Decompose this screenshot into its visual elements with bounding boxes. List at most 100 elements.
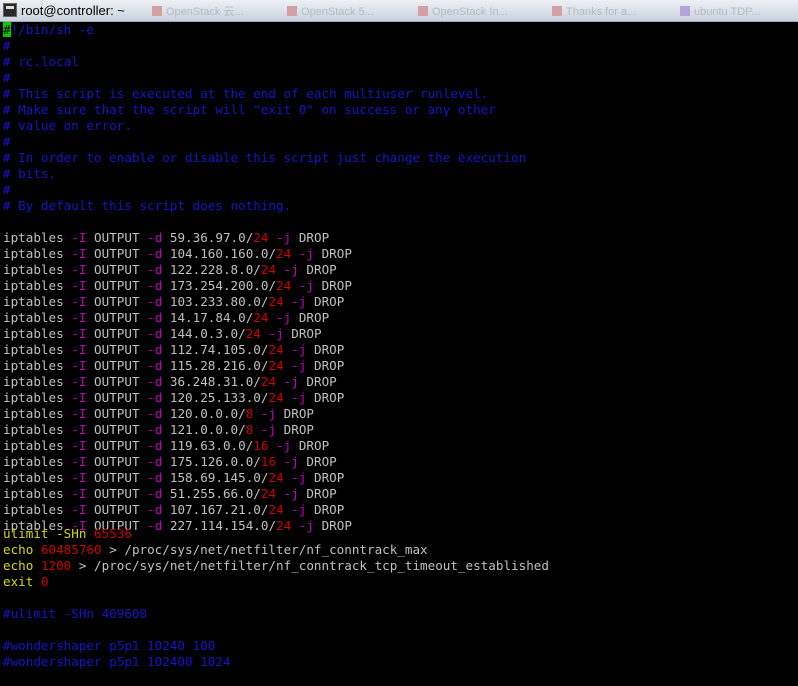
rule-token: iptables xyxy=(3,406,64,421)
rule-token: -j xyxy=(276,310,292,325)
rule-token: DROP xyxy=(283,406,315,421)
rule-token: -I xyxy=(71,294,87,309)
rule-token: -j xyxy=(298,246,314,261)
iptables-rule-line: iptables -I OUTPUT -d 14.17.84.0/24 -j D… xyxy=(3,310,329,326)
rule-token: iptables xyxy=(3,326,64,341)
rule-token: iptables xyxy=(3,358,64,373)
rule-token: iptables xyxy=(3,230,64,245)
putty-terminal-icon[interactable] xyxy=(3,3,17,17)
rule-token: DROP xyxy=(298,310,330,325)
rule-token: -I xyxy=(71,390,87,405)
rule-token: 24 xyxy=(260,486,277,501)
iptables-rule-line: iptables -I OUTPUT -d 107.167.21.0/24 -j… xyxy=(3,502,344,518)
rule-token: -d xyxy=(147,470,163,485)
comment-line: #wondershaper p5p1 10240 100 xyxy=(3,638,216,653)
rule-token: iptables xyxy=(3,342,64,357)
rule-token: iptables xyxy=(3,502,64,517)
rule-token: iptables xyxy=(3,390,64,405)
iptables-rule-line: iptables -I OUTPUT -d 158.69.145.0/24 -j… xyxy=(3,470,344,486)
rule-token: 104.160.160.0/ xyxy=(169,246,277,261)
iptables-rule-line: iptables -I OUTPUT -d 120.25.133.0/24 -j… xyxy=(3,390,344,406)
rule-token: iptables xyxy=(3,454,64,469)
iptables-rule-line: iptables -I OUTPUT -d 59.36.97.0/24 -j D… xyxy=(3,230,329,246)
rule-token: -d xyxy=(147,310,163,325)
rule-token: -I xyxy=(71,326,87,341)
rule-token: -d xyxy=(147,278,163,293)
iptables-rule-line: iptables -I OUTPUT -d 119.63.0.0/16 -j D… xyxy=(3,438,329,454)
comment-line: # bits. xyxy=(3,166,57,181)
browser-page-icon xyxy=(152,6,162,16)
rule-token: iptables xyxy=(3,278,64,293)
iptables-rule-line: iptables -I OUTPUT -d 36.248.31.0/24 -j … xyxy=(3,374,337,390)
rule-token: 24 xyxy=(268,358,284,373)
rule-token: -j xyxy=(291,502,307,517)
window-title: root@controller: ~ xyxy=(21,3,125,18)
rule-token: 8 xyxy=(245,422,254,437)
comment-line: # This script is executed at the end of … xyxy=(3,86,489,101)
rule-token: DROP xyxy=(321,246,352,261)
rule-token: DROP xyxy=(306,454,337,469)
browser-page-icon xyxy=(680,6,690,16)
rule-token: -I xyxy=(71,278,87,293)
background-tab[interactable]: Thanks for a... xyxy=(552,4,636,20)
iptables-rule-line: iptables -I OUTPUT -d 51.255.66.0/24 -j … xyxy=(3,486,337,502)
terminal-screen[interactable]: #!/bin/sh -e # # rc.local # # This scrip… xyxy=(0,22,798,686)
rule-token: 115.28.216.0/ xyxy=(169,358,269,373)
comment-line: # xyxy=(3,134,11,149)
rule-token: -j xyxy=(291,342,307,357)
rule-token: -d xyxy=(147,518,163,533)
rule-token: -j xyxy=(268,326,284,341)
rule-token: OUTPUT xyxy=(94,454,140,469)
rule-token: -j xyxy=(283,374,299,389)
rule-token: 24 xyxy=(276,246,292,261)
rule-token: 158.69.145.0/ xyxy=(169,470,269,485)
rule-token: 24 xyxy=(268,390,284,405)
rule-token: DROP xyxy=(314,358,345,373)
rule-token: OUTPUT xyxy=(94,294,140,309)
comment-line: # rc.local xyxy=(3,54,79,69)
rule-token: 24 xyxy=(253,230,269,245)
rule-token: -j xyxy=(276,438,292,453)
rule-token: OUTPUT xyxy=(94,486,140,501)
rule-token: -I xyxy=(71,374,87,389)
rule-token: DROP xyxy=(283,422,315,437)
comment-line: # Make sure that the script will "exit 0… xyxy=(3,102,496,117)
rule-token: 175.126.0.0/ xyxy=(169,454,261,469)
terminal-line-shebang: #!/bin/sh -e xyxy=(3,22,94,37)
rule-token: OUTPUT xyxy=(94,502,140,517)
rule-token: DROP xyxy=(314,390,345,405)
rule-token: -I xyxy=(71,422,87,437)
rule-token: -j xyxy=(260,422,277,437)
background-tab[interactable]: OpenStack 云... xyxy=(152,4,244,20)
rule-token: -I xyxy=(71,454,87,469)
rule-token: 16 xyxy=(253,438,269,453)
rule-token: -d xyxy=(147,326,163,341)
rule-token: -d xyxy=(147,486,163,501)
ulimit-line: ulimit -SHn 65536 xyxy=(3,526,132,541)
background-tab[interactable]: OpenStack 5... xyxy=(287,4,374,20)
rule-token: -j xyxy=(283,486,299,501)
iptables-rule-line: iptables -I OUTPUT -d 120.0.0.0/8 -j DRO… xyxy=(3,406,314,422)
iptables-rule-line: iptables -I OUTPUT -d 175.126.0.0/16 -j … xyxy=(3,454,337,470)
rule-token: DROP xyxy=(321,278,352,293)
background-tab[interactable]: ubuntu TDP... xyxy=(680,4,760,20)
rule-token: 24 xyxy=(253,310,269,325)
rule-token: -d xyxy=(147,374,163,389)
rule-token: 103.233.80.0/ xyxy=(169,294,269,309)
rule-token: 24 xyxy=(276,278,292,293)
background-tab[interactable]: OpenStack In... xyxy=(418,4,508,20)
rule-token: OUTPUT xyxy=(94,422,140,437)
rule-token: OUTPUT xyxy=(94,374,140,389)
rule-token: OUTPUT xyxy=(94,262,140,277)
rule-token: 24 xyxy=(268,502,284,517)
window-titlebar[interactable]: root@controller: ~ OpenStack 云... OpenSt… xyxy=(0,0,798,22)
iptables-rule-line: iptables -I OUTPUT -d 173.254.200.0/24 -… xyxy=(3,278,352,294)
rule-token: 120.25.133.0/ xyxy=(169,390,269,405)
rule-token: 112.74.105.0/ xyxy=(169,342,269,357)
text-cursor: # xyxy=(3,22,11,37)
iptables-rule-line: iptables -I OUTPUT -d 115.28.216.0/24 -j… xyxy=(3,358,344,374)
rule-token: iptables xyxy=(3,310,64,325)
comment-line: # In order to enable or disable this scr… xyxy=(3,150,527,165)
rule-token: 59.36.97.0/ xyxy=(169,230,254,245)
rule-token: 24 xyxy=(268,342,284,357)
